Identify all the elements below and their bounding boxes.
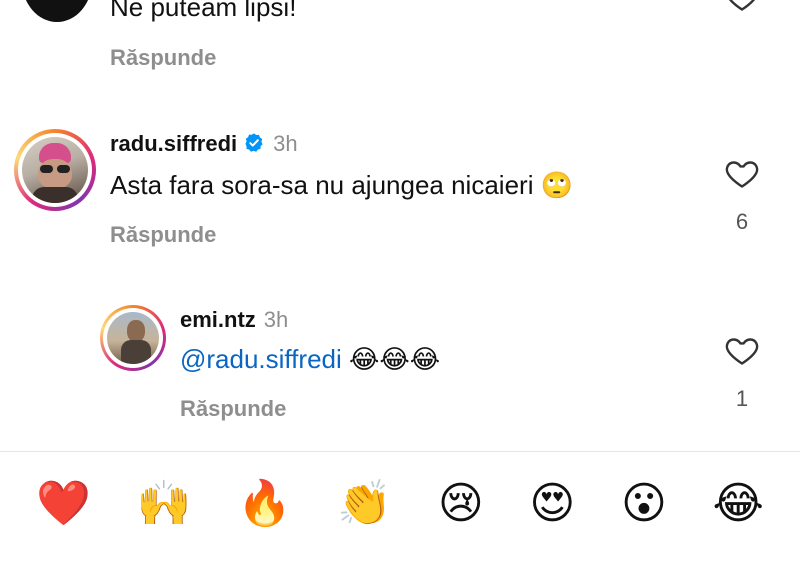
emoji-crying[interactable]: 😢 xyxy=(438,482,484,526)
heart-outline-icon xyxy=(728,0,756,11)
top-comment-text: Ne puteam lipsi! xyxy=(110,0,297,22)
emoji-heart[interactable]: ❤️ xyxy=(36,482,91,526)
avatar-photo xyxy=(22,137,88,203)
comment-text: Asta fara sora-sa nu ajungea nicaieri 🙄 xyxy=(110,170,574,200)
heart-outline-icon xyxy=(725,161,759,188)
like-count: 1 xyxy=(735,386,749,411)
emoji-fire[interactable]: 🔥 xyxy=(237,482,292,526)
verified-badge-icon xyxy=(245,133,263,152)
comment-emojis: 😂😂😂 xyxy=(341,344,441,374)
top-like-button[interactable] xyxy=(724,0,760,14)
comment-time: 3h xyxy=(263,307,289,332)
like-count: 6 xyxy=(735,209,749,234)
emoji-surprised[interactable]: 😮 xyxy=(621,482,667,526)
avatar[interactable] xyxy=(100,305,166,371)
comment-header: radu.siffredi 3h xyxy=(110,131,298,157)
top-avatar[interactable] xyxy=(22,0,92,22)
reply-button[interactable]: Răspunde xyxy=(110,222,216,248)
reply-button[interactable]: Răspunde xyxy=(180,396,286,422)
comment-text: @radu.siffredi 😂😂😂 xyxy=(180,344,440,375)
emoji-joy[interactable]: 😂 xyxy=(713,482,764,526)
emoji-heart-eyes[interactable]: 😍 xyxy=(529,482,575,526)
username[interactable]: emi.ntz xyxy=(180,307,256,332)
emoji-reaction-bar: ❤️ 🙌 🔥 👏 😢 😍 😮 😂 xyxy=(0,482,800,526)
emoji-clap[interactable]: 👏 xyxy=(337,482,392,526)
like-button[interactable] xyxy=(724,332,760,368)
comment-header: emi.ntz 3h xyxy=(180,307,288,333)
like-button[interactable] xyxy=(724,155,760,191)
avatar[interactable] xyxy=(14,129,96,211)
username[interactable]: radu.siffredi xyxy=(110,131,237,156)
comment-time: 3h xyxy=(273,131,298,156)
divider xyxy=(0,451,800,452)
emoji-raised-hands[interactable]: 🙌 xyxy=(136,482,191,526)
heart-outline-icon xyxy=(725,338,759,365)
top-reply-button[interactable]: Răspunde xyxy=(110,45,216,71)
avatar-photo xyxy=(107,312,159,364)
mention-link[interactable]: @radu.siffredi xyxy=(180,344,342,374)
